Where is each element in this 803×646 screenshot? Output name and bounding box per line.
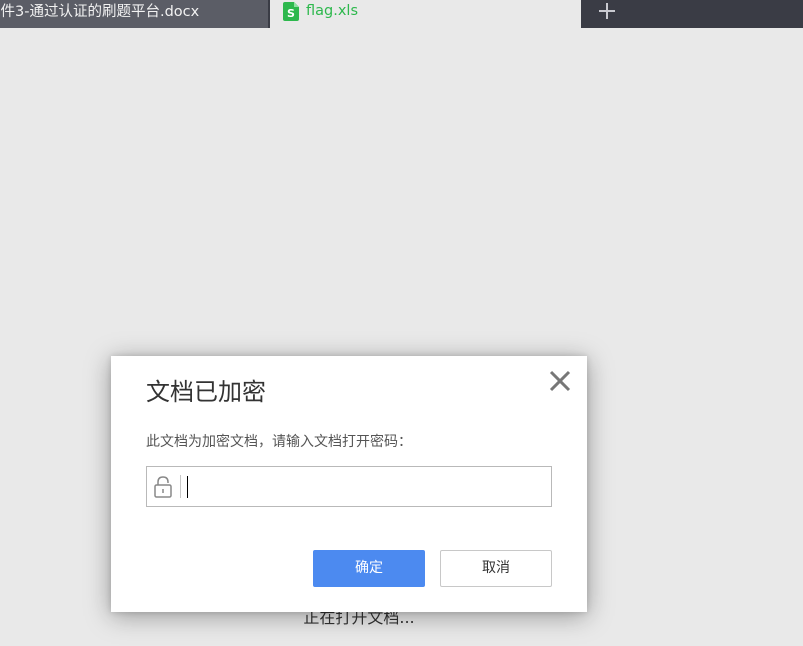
field-divider <box>180 475 181 498</box>
tab-fade <box>232 0 268 28</box>
tab-docx[interactable]: 附件3-通过认证的刷题平台.docx <box>0 0 268 28</box>
password-input[interactable] <box>185 470 545 503</box>
tab-bar: 附件3-通过认证的刷题平台.docx S flag.xls <box>0 0 803 28</box>
xls-file-icon: S <box>283 2 299 21</box>
password-dialog: 文档已加密 此文档为加密文档，请输入文档打开密码： 确定 取消 <box>111 356 587 612</box>
password-field[interactable] <box>146 466 552 507</box>
dialog-close-icon[interactable] <box>549 370 571 392</box>
lock-icon <box>154 476 172 498</box>
plus-icon[interactable] <box>597 1 617 21</box>
dialog-prompt: 此文档为加密文档，请输入文档打开密码： <box>146 434 412 450</box>
tab-flag-xls[interactable]: S flag.xls <box>270 0 581 28</box>
ok-button[interactable]: 确定 <box>313 550 425 587</box>
svg-text:S: S <box>287 7 295 20</box>
tab-title: 附件3-通过认证的刷题平台.docx <box>0 4 200 20</box>
text-caret <box>187 476 188 498</box>
dialog-title: 文档已加密 <box>146 378 266 406</box>
tab-title: flag.xls <box>306 3 358 19</box>
cancel-button[interactable]: 取消 <box>440 550 552 587</box>
